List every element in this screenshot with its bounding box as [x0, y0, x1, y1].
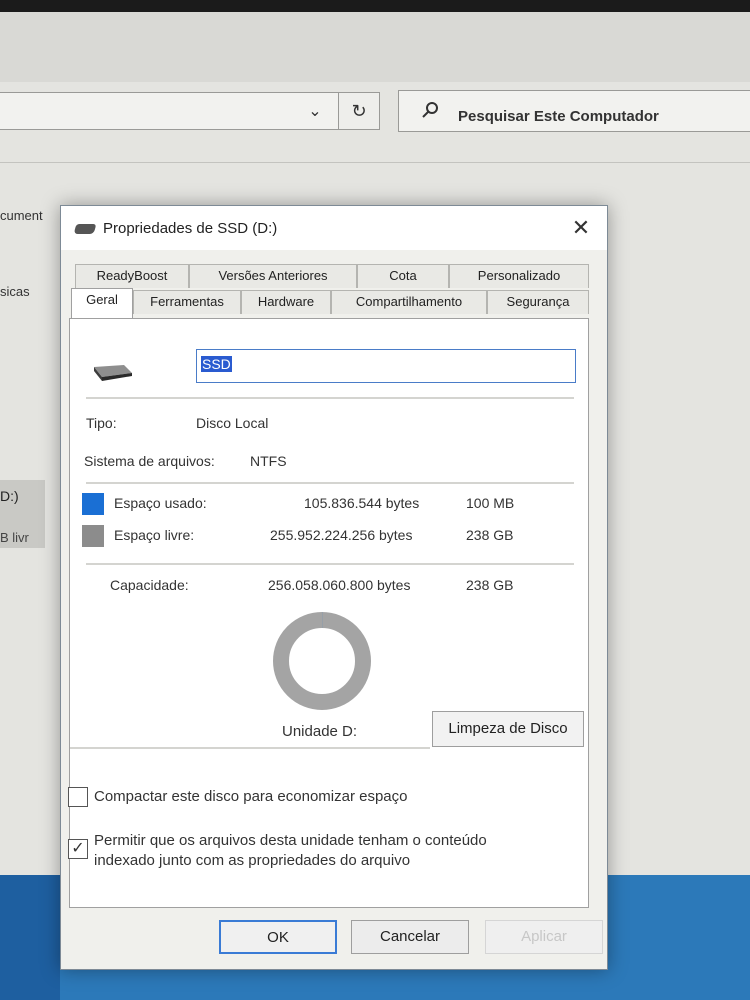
- tab-readyboost[interactable]: ReadyBoost: [75, 264, 189, 288]
- drive-tile-free: B livr: [0, 530, 29, 545]
- tab-ferramentas[interactable]: Ferramentas: [133, 290, 241, 314]
- type-value: Disco Local: [196, 415, 269, 431]
- separator: [86, 482, 574, 484]
- used-space-label: Espaço usado:: [114, 495, 207, 511]
- tab-compartilhamento[interactable]: Compartilhamento: [331, 290, 487, 314]
- drive-tile-label: D:): [0, 488, 19, 504]
- tab-seguranca[interactable]: Segurança: [487, 290, 589, 314]
- free-space-size: 238 GB: [466, 527, 514, 543]
- disk-cleanup-button[interactable]: Limpeza de Disco: [432, 711, 584, 747]
- apply-button[interactable]: Aplicar: [485, 920, 603, 954]
- properties-dialog: Propriedades de SSD (D:) ✕ ReadyBoost Ve…: [60, 205, 608, 970]
- refresh-icon[interactable]: ↻: [338, 92, 380, 130]
- nav-item-documents[interactable]: cument: [0, 208, 43, 223]
- free-space-label: Espaço livre:: [114, 527, 195, 543]
- separator: [86, 397, 574, 399]
- capacity-bytes: 256.058.060.800 bytes: [268, 577, 411, 593]
- close-icon[interactable]: ✕: [561, 210, 601, 246]
- drive-glyph-icon: [94, 365, 132, 381]
- drive-caption: Unidade D:: [282, 723, 358, 740]
- type-label: Tipo:: [86, 415, 117, 431]
- general-tab-panel: SSD Tipo: Disco Local Sistema de arquivo…: [68, 318, 589, 908]
- filesystem-value: NTFS: [250, 453, 287, 469]
- explorer-divider: [0, 162, 750, 163]
- drive-name-value: SSD: [201, 356, 232, 372]
- compress-checkbox[interactable]: [68, 787, 88, 807]
- taskbar-start-area[interactable]: [0, 875, 60, 1000]
- compress-label: Compactar este disco para economizar esp…: [94, 788, 408, 805]
- index-checkbox[interactable]: ✓: [68, 839, 88, 859]
- explorer-toolbar: [0, 12, 750, 82]
- ok-button[interactable]: OK: [219, 920, 337, 954]
- tab-personalizado[interactable]: Personalizado: [449, 264, 589, 288]
- tab-versoes-anteriores[interactable]: Versões Anteriores: [189, 264, 357, 288]
- separator: [86, 563, 574, 565]
- search-icon: [420, 100, 444, 122]
- dialog-title: Propriedades de SSD (D:): [103, 220, 278, 237]
- index-label-line1: Permitir que os arquivos desta unidade t…: [94, 832, 487, 849]
- nav-item-music[interactable]: sicas: [0, 284, 30, 299]
- chevron-down-icon[interactable]: ⌄: [300, 100, 330, 124]
- drive-icon: [73, 224, 97, 234]
- dialog-title-bar[interactable]: Propriedades de SSD (D:) ✕: [61, 206, 607, 250]
- drive-name-input[interactable]: SSD: [196, 349, 576, 383]
- free-space-bytes: 255.952.224.256 bytes: [270, 527, 413, 543]
- search-placeholder: Pesquisar Este Computador: [458, 108, 659, 125]
- index-label-line2: indexado junto com as propriedades do ar…: [94, 852, 411, 869]
- capacity-label: Capacidade:: [110, 577, 189, 593]
- capacity-size: 238 GB: [466, 577, 514, 593]
- cancel-button[interactable]: Cancelar: [351, 920, 469, 954]
- used-space-size: 100 MB: [466, 495, 515, 511]
- used-space-bytes: 105.836.544 bytes: [304, 495, 420, 511]
- used-space-swatch: [82, 493, 104, 515]
- disk-usage-ring: [270, 609, 374, 713]
- tab-hardware[interactable]: Hardware: [241, 290, 331, 314]
- free-space-ring: [273, 612, 371, 710]
- separator: [70, 747, 430, 749]
- tab-cota[interactable]: Cota: [357, 264, 449, 288]
- screen-bezel: [0, 0, 750, 12]
- free-space-swatch: [82, 525, 104, 547]
- tab-geral[interactable]: Geral: [71, 288, 133, 318]
- filesystem-label: Sistema de arquivos:: [84, 453, 215, 469]
